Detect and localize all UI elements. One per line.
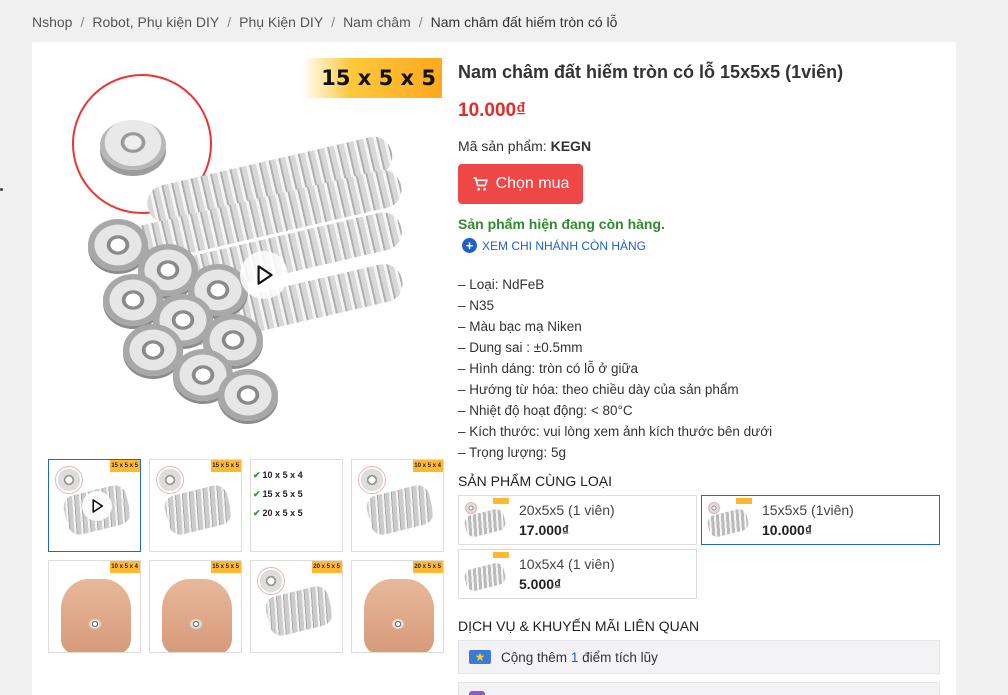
gift-icon — [469, 691, 485, 695]
promo-text: Cộng thêm 1 điểm tích lũy — [501, 649, 658, 665]
thumbnail-3[interactable]: ✔ 10 x 5 x 4 ✔ 15 x 5 x 5 ✔ 20 x 5 x 5 — [250, 459, 343, 552]
breadcrumb-magnet[interactable]: Nam châm — [343, 14, 411, 30]
star-icon: ★ — [469, 650, 491, 664]
services-title: DỊCH VỤ & KHUYẾN MÃI LIÊN QUAN — [458, 618, 700, 634]
thumbnail-7[interactable]: 20 x 5 x 5 — [250, 560, 343, 653]
spec-line: – Loại: NdFeB — [458, 277, 545, 292]
thumbnail-6[interactable]: 15 x 5 x 5 — [149, 560, 242, 653]
buy-button[interactable]: Chọn mua — [458, 164, 583, 204]
thumbnail-5[interactable]: 10 x 5 x 4 — [48, 560, 141, 653]
spec-line: – Màu bạc mạ Niken — [458, 319, 582, 334]
spec-line: – Dung sai : ±0.5mm — [458, 340, 583, 355]
spec-line: – Nhiệt độ hoạt động: < 80°C — [458, 403, 633, 418]
spec-line: – Hướng từ hóa: theo chiều dày của sản p… — [458, 382, 739, 397]
thumb-badge: 15 x 5 x 5 — [110, 460, 140, 472]
related-thumb — [463, 552, 509, 596]
edge-marker — [0, 188, 3, 191]
breadcrumb-diy[interactable]: Phụ Kiện DIY — [239, 14, 323, 30]
thumbnail-8[interactable]: 20 x 5 x 5 — [351, 560, 444, 653]
breadcrumb-separator: / — [227, 14, 232, 30]
thumbnail-2[interactable]: 15 x 5 x 5 — [149, 459, 242, 552]
related-item-price: 5.000₫ — [519, 576, 562, 592]
product-price: 10.000₫ — [458, 100, 526, 121]
check-icon: ✔ — [253, 508, 261, 518]
sku-value: KEGN — [550, 138, 592, 154]
breadcrumb-home[interactable]: Nshop — [32, 14, 72, 30]
thumb-badge: 20 x 5 x 5 — [312, 561, 342, 573]
thumbnail-1[interactable]: 15 x 5 x 5 — [48, 459, 141, 552]
check-icon: ✔ — [253, 470, 261, 480]
breadcrumb-separator: / — [331, 14, 336, 30]
promo-next — [458, 682, 940, 695]
related-products-title: SẢN PHẨM CÙNG LOẠI — [458, 473, 613, 489]
breadcrumb-separator: / — [80, 14, 85, 30]
sku-label: Mã sản phẩm: — [458, 138, 547, 154]
product-card: 15 x 5 x 5 15 x 5 x 5 15 x 5 x 5 ✔ 10 x … — [32, 42, 956, 695]
plus-circle-icon: + — [462, 238, 477, 253]
thumb-badge: 10 x 5 x 4 — [413, 460, 443, 472]
buy-button-label: Chọn mua — [495, 175, 570, 192]
related-item-price: 17.000₫ — [519, 522, 570, 538]
thumb-badge: 15 x 5 x 5 — [211, 460, 241, 472]
related-thumb — [706, 498, 752, 542]
play-icon — [92, 499, 104, 513]
view-branches-label: XEM CHI NHÁNH CÒN HÀNG — [482, 238, 647, 253]
cart-icon — [473, 177, 488, 191]
thumb-play-button[interactable] — [82, 491, 112, 521]
promo-points: ★ Cộng thêm 1 điểm tích lũy — [458, 640, 940, 674]
view-branches-link[interactable]: + XEM CHI NHÁNH CÒN HÀNG — [462, 238, 646, 253]
play-video-button[interactable] — [240, 251, 288, 299]
related-item-price: 10.000₫ — [762, 522, 813, 538]
size-list: ✔ 10 x 5 x 4 ✔ 15 x 5 x 5 ✔ 20 x 5 x 5 — [253, 470, 303, 518]
related-item-name: 20x5x5 (1 viên) — [519, 502, 615, 518]
breadcrumb-separator: / — [418, 14, 423, 30]
related-item-15x5x5[interactable]: 15x5x5 (1viên) 10.000₫ — [701, 495, 940, 545]
product-specs: – Loại: NdFeB – N35 – Màu bạc mạ Niken –… — [458, 274, 772, 463]
related-item-20x5x5[interactable]: 20x5x5 (1 viên) 17.000₫ — [458, 495, 697, 545]
thumb-badge: 10 x 5 x 4 — [110, 561, 140, 573]
related-item-name: 15x5x5 (1viên) — [762, 502, 854, 518]
thumb-badge: 15 x 5 x 5 — [211, 561, 241, 573]
spec-line: – N35 — [458, 298, 495, 313]
thumb-badge: 20 x 5 x 5 — [413, 561, 443, 573]
related-item-name: 10x5x4 (1 viên) — [519, 556, 615, 572]
main-product-image[interactable]: 15 x 5 x 5 — [48, 54, 442, 448]
related-item-10x5x4[interactable]: 10x5x4 (1 viên) 5.000₫ — [458, 549, 697, 599]
related-thumb — [463, 498, 509, 542]
breadcrumb: Nshop / Robot, Phụ kiện DIY / Phụ Kiện D… — [32, 14, 617, 30]
breadcrumb-current: Nam châm đất hiếm tròn có lỗ — [430, 14, 618, 30]
check-icon: ✔ — [253, 489, 261, 499]
thumbnail-4[interactable]: 10 x 5 x 4 — [351, 459, 444, 552]
breadcrumb-robot[interactable]: Robot, Phụ kiện DIY — [92, 14, 219, 30]
thumbnail-gallery: 15 x 5 x 5 15 x 5 x 5 ✔ 10 x 5 x 4 ✔ 15 x … — [48, 459, 444, 653]
product-title: Nam châm đất hiếm tròn có lỗ 15x5x5 (1vi… — [458, 62, 844, 82]
stock-status: Sản phẩm hiện đang còn hàng. — [458, 216, 665, 232]
size-badge: 15 x 5 x 5 — [302, 58, 442, 98]
spec-line: – Kích thước: vui lòng xem ảnh kích thướ… — [458, 424, 773, 439]
product-sku: Mã sản phẩm: KEGN — [458, 138, 591, 154]
spec-line: – Trọng lượng: 5g — [458, 445, 566, 460]
spec-line: – Hình dáng: tròn có lỗ ở giữa — [458, 361, 638, 376]
play-icon — [257, 265, 273, 285]
